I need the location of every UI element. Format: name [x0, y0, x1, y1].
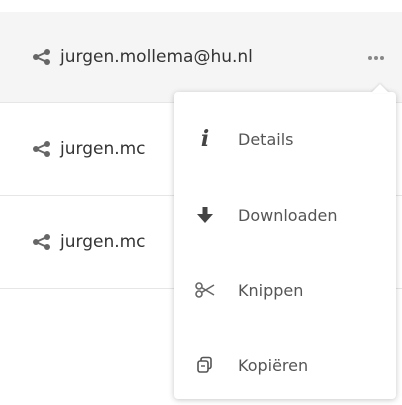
file-name-cell[interactable]: jurgen.mollema@hu.nl	[32, 12, 253, 102]
file-actions-menu: i Details Downloaden Knippen Kopiëren	[174, 84, 396, 399]
menu-item-cut[interactable]: Knippen	[174, 260, 396, 320]
share-icon	[33, 49, 50, 65]
file-row[interactable]: jurgen.mollema@hu.nl	[0, 12, 402, 103]
more-horizontal-icon	[368, 55, 384, 60]
menu-item-label: Details	[238, 129, 294, 149]
share-icon	[33, 234, 50, 250]
copy-icon	[194, 354, 216, 376]
menu-item-label: Knippen	[238, 280, 304, 300]
menu-item-label: Kopiëren	[238, 355, 309, 375]
menu-item-details[interactable]: i Details	[174, 109, 396, 169]
info-icon: i	[200, 126, 210, 152]
download-icon	[194, 204, 216, 226]
menu-item-download[interactable]: Downloaden	[174, 185, 396, 245]
menu-item-label: Downloaden	[238, 205, 338, 225]
share-icon	[33, 141, 50, 157]
file-name: jurgen.mc	[60, 139, 146, 159]
file-name: jurgen.mc	[60, 232, 146, 252]
scissors-icon	[194, 279, 216, 301]
file-name-cell[interactable]: jurgen.mc	[32, 103, 146, 195]
menu-item-copy[interactable]: Kopiëren	[174, 335, 396, 395]
menu-pointer	[371, 84, 389, 93]
file-name: jurgen.mollema@hu.nl	[60, 47, 253, 67]
file-name-cell[interactable]: jurgen.mc	[32, 196, 146, 288]
